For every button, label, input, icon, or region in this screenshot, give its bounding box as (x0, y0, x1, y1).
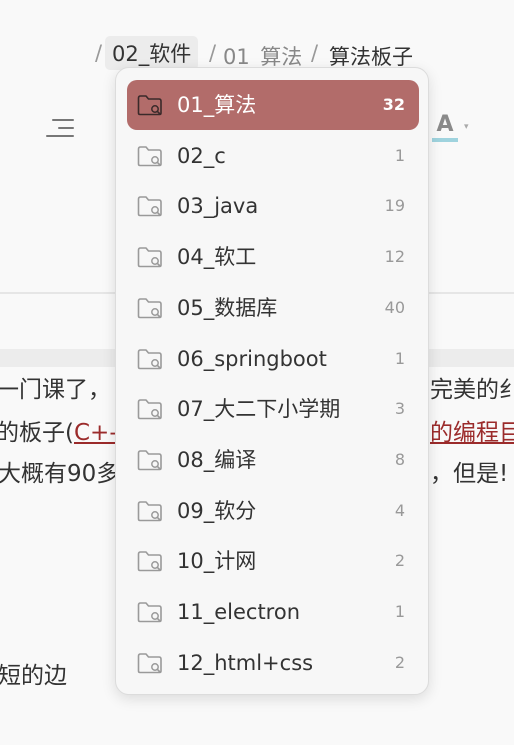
dropdown-item[interactable]: 04_软工 12 (127, 232, 419, 282)
doc-text: 大概有90多 (0, 461, 120, 487)
dropdown-item[interactable]: 03_java 19 (127, 181, 419, 231)
dropdown-item-count: 2 (394, 551, 405, 571)
dropdown-item[interactable]: 06_springboot 1 (127, 334, 419, 384)
dropdown-item[interactable]: 01_算法 32 (127, 80, 419, 130)
dropdown-item-label: 02_c (177, 143, 226, 168)
doc-text: 的板子( (0, 420, 74, 446)
doc-text-line: 的板子(C+- (0, 417, 118, 449)
dropdown-item-label: 10_计网 (177, 549, 257, 574)
dropdown-item-label: 11_electron (177, 600, 301, 624)
folder-search-icon (137, 500, 163, 522)
dropdown-item-label: 04_软工 (177, 245, 257, 270)
doc-text: 短的边 (0, 663, 67, 689)
dropdown-item-count: 2 (394, 652, 405, 672)
breadcrumb-separator: / (311, 41, 319, 65)
dropdown-item[interactable]: 08_编译 8 (127, 435, 419, 485)
doc-text: 一门课了， (0, 377, 111, 403)
folder-search-icon (137, 145, 163, 167)
doc-text: 完美的纟 (430, 377, 514, 403)
dropdown-item-count: 40 (384, 297, 405, 317)
doc-link-text[interactable]: 的编程目 (430, 420, 514, 446)
font-color-button[interactable]: A (432, 112, 458, 142)
dropdown-item-count: 1 (394, 145, 405, 165)
breadcrumb-separator: / (95, 41, 103, 65)
dropdown-item-count: 4 (394, 500, 405, 520)
dropdown-item[interactable]: 10_计网 2 (127, 536, 419, 586)
folder-search-icon (137, 246, 163, 268)
folder-search-icon (137, 398, 163, 420)
dropdown-item-count: 8 (394, 449, 405, 469)
dropdown-item-label: 07_大二下小学期 (177, 397, 341, 422)
folder-dropdown[interactable]: 01_算法 32 02_c 1 03_java 19 04_软工 12 05_数据库 40 06_s… (115, 67, 429, 695)
breadcrumb-separator: / (209, 41, 217, 65)
dropdown-item-count: 19 (384, 196, 405, 216)
doc-link[interactable]: 的编程目 (430, 417, 514, 449)
dropdown-item-label: 09_软分 (177, 498, 257, 523)
dropdown-item-label: 08_编译 (177, 447, 257, 472)
doc-text: ，但是! (430, 461, 509, 487)
outline-icon[interactable] (46, 117, 74, 139)
folder-search-icon (137, 449, 163, 471)
dropdown-item[interactable]: 11_electron 1 (127, 587, 419, 637)
dropdown-item-label: 03_java (177, 194, 259, 219)
dropdown-item-label: 06_springboot (177, 346, 327, 371)
dropdown-item-count: 3 (394, 399, 405, 419)
dropdown-item[interactable]: 09_软分 4 (127, 486, 419, 536)
doc-link[interactable]: C+- (74, 420, 118, 446)
folder-search-icon (137, 550, 163, 572)
dropdown-item[interactable]: 12_html+css 2 (127, 638, 419, 688)
folder-search-icon (137, 601, 163, 623)
folder-search-icon (137, 348, 163, 370)
dropdown-item-count: 1 (394, 602, 405, 621)
dropdown-item-label: 12_html+css (177, 650, 314, 675)
dropdown-item-count: 1 (394, 348, 405, 368)
folder-search-icon (137, 195, 163, 217)
folder-search-icon (137, 297, 163, 319)
breadcrumb-item-current[interactable]: 02_软件 (105, 36, 199, 70)
folder-search-icon (137, 94, 163, 116)
dropdown-item-label: 01_算法 (177, 93, 257, 117)
dropdown-item[interactable]: 07_大二下小学期 3 (127, 384, 419, 434)
dropdown-item-label: 05_数据库 (177, 295, 278, 320)
dropdown-item[interactable]: 05_数据库 40 (127, 283, 419, 333)
chevron-down-icon[interactable]: ▾ (464, 122, 469, 132)
dropdown-item-count: 12 (384, 247, 405, 267)
dropdown-item[interactable]: 02_c 1 (127, 131, 419, 181)
folder-search-icon (137, 652, 163, 674)
dropdown-item-count: 32 (382, 95, 405, 114)
